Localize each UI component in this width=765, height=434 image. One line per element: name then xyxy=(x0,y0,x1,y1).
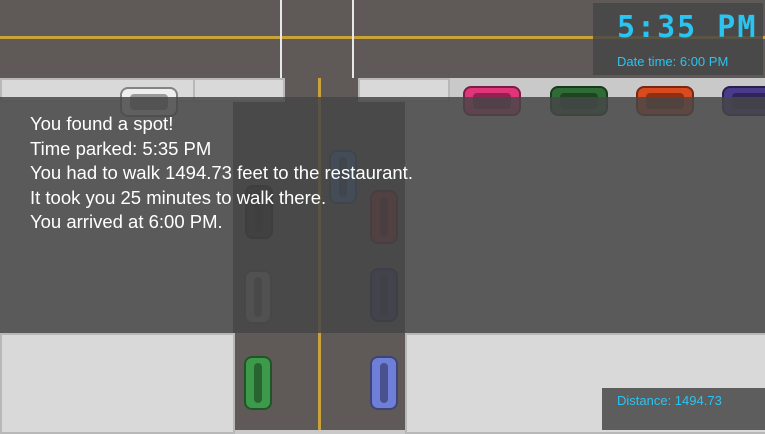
car xyxy=(244,356,272,410)
crosswalk-line xyxy=(352,0,354,78)
walk-time-text: It took you 25 minutes to walk there. xyxy=(30,186,327,208)
arrival-time-text: You arrived at 6:00 PM. xyxy=(30,211,223,232)
sidewalk-bottom-left xyxy=(0,333,235,434)
walk-distance-text: You had to walk 1494.73 feet to the rest… xyxy=(30,162,413,183)
distance-label: Distance: 1494.73 xyxy=(617,393,722,408)
result-message: You found a spot! Time parked: 5:35 PM Y… xyxy=(30,112,413,235)
date-time-label: Date time: 6:00 PM xyxy=(617,54,729,69)
car xyxy=(370,356,398,410)
crosswalk-line xyxy=(280,0,282,78)
game-clock: 5:35 PM xyxy=(617,10,758,45)
time-parked-text: Time parked: 5:35 PM xyxy=(30,137,212,159)
found-spot-text: You found a spot! xyxy=(30,113,174,134)
